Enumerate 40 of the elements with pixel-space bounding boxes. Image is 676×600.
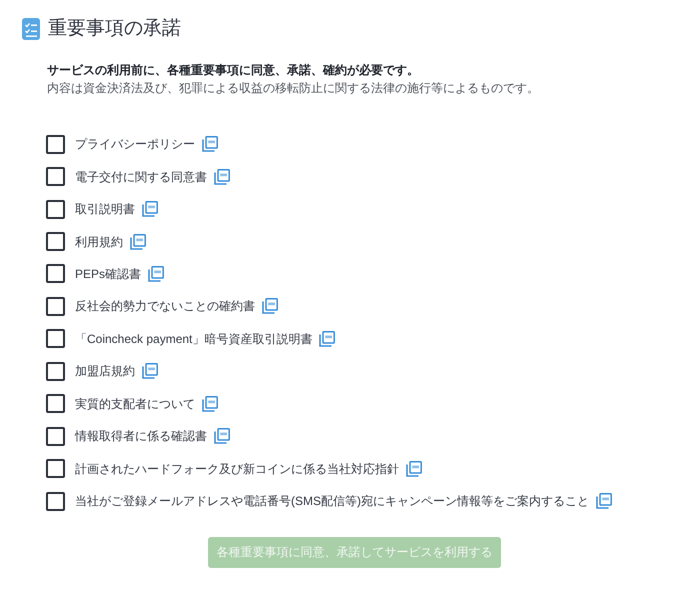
document-icon[interactable] [148,266,164,282]
document-label: 「Coincheck payment」暗号資産取引説明書 [75,330,312,347]
document-icon[interactable] [130,234,146,250]
checkbox[interactable] [46,492,65,511]
document-label: 取引説明書 [75,201,135,218]
document-icon[interactable] [319,330,336,347]
document-label: 情報取得者に係る確認書 [75,428,207,444]
document-icon[interactable] [262,298,278,314]
document-label: 実質的支配者について [75,396,195,412]
intro-heading: サービスの利用前に、各種重要事項に同意、承諾、確約が必要です。 [47,62,420,79]
document-label: PEPs確認書 [75,266,142,282]
checkbox[interactable] [46,264,65,284]
checkbox[interactable] [46,134,65,154]
checkbox[interactable] [46,167,65,186]
intro-text: 内容は資金決済法及び、犯罪による収益の移転防止に関する法律の施行等によるものです。 [47,80,540,97]
document-label: プライバシーポリシー [75,136,195,152]
document-icon[interactable] [214,428,230,444]
document-icon[interactable] [202,136,218,152]
document-icon[interactable] [406,460,422,477]
document-icon[interactable] [596,493,612,510]
document-icon[interactable] [202,396,218,412]
document-label: 電子交付に関する同意書 [75,168,207,185]
document-label: 利用規約 [75,234,123,250]
document-icon[interactable] [142,201,158,218]
checkbox[interactable] [46,394,65,414]
document-label: 加盟店規約 [75,363,135,380]
document-label: 当社がご登録メールアドレスや電話番号(SMS配信等)宛にキャンペーン情報等をご案内すること [75,493,589,510]
checkbox[interactable] [46,200,65,219]
checklist-icon [22,18,40,40]
document-icon[interactable] [214,168,230,185]
page-title: 重要事項の承諾 [48,17,181,41]
checkbox[interactable] [46,296,65,316]
document-label: 反社会的勢力でないことの確約書 [75,298,255,314]
checkbox[interactable] [46,232,65,252]
document-icon[interactable] [142,363,158,380]
checkbox[interactable] [46,426,65,446]
checkbox[interactable] [46,329,65,348]
checkbox[interactable] [46,459,65,478]
document-label: 計画されたハードフォーク及び新コインに係る当社対応指針 [75,460,399,477]
checkbox[interactable] [46,362,65,381]
